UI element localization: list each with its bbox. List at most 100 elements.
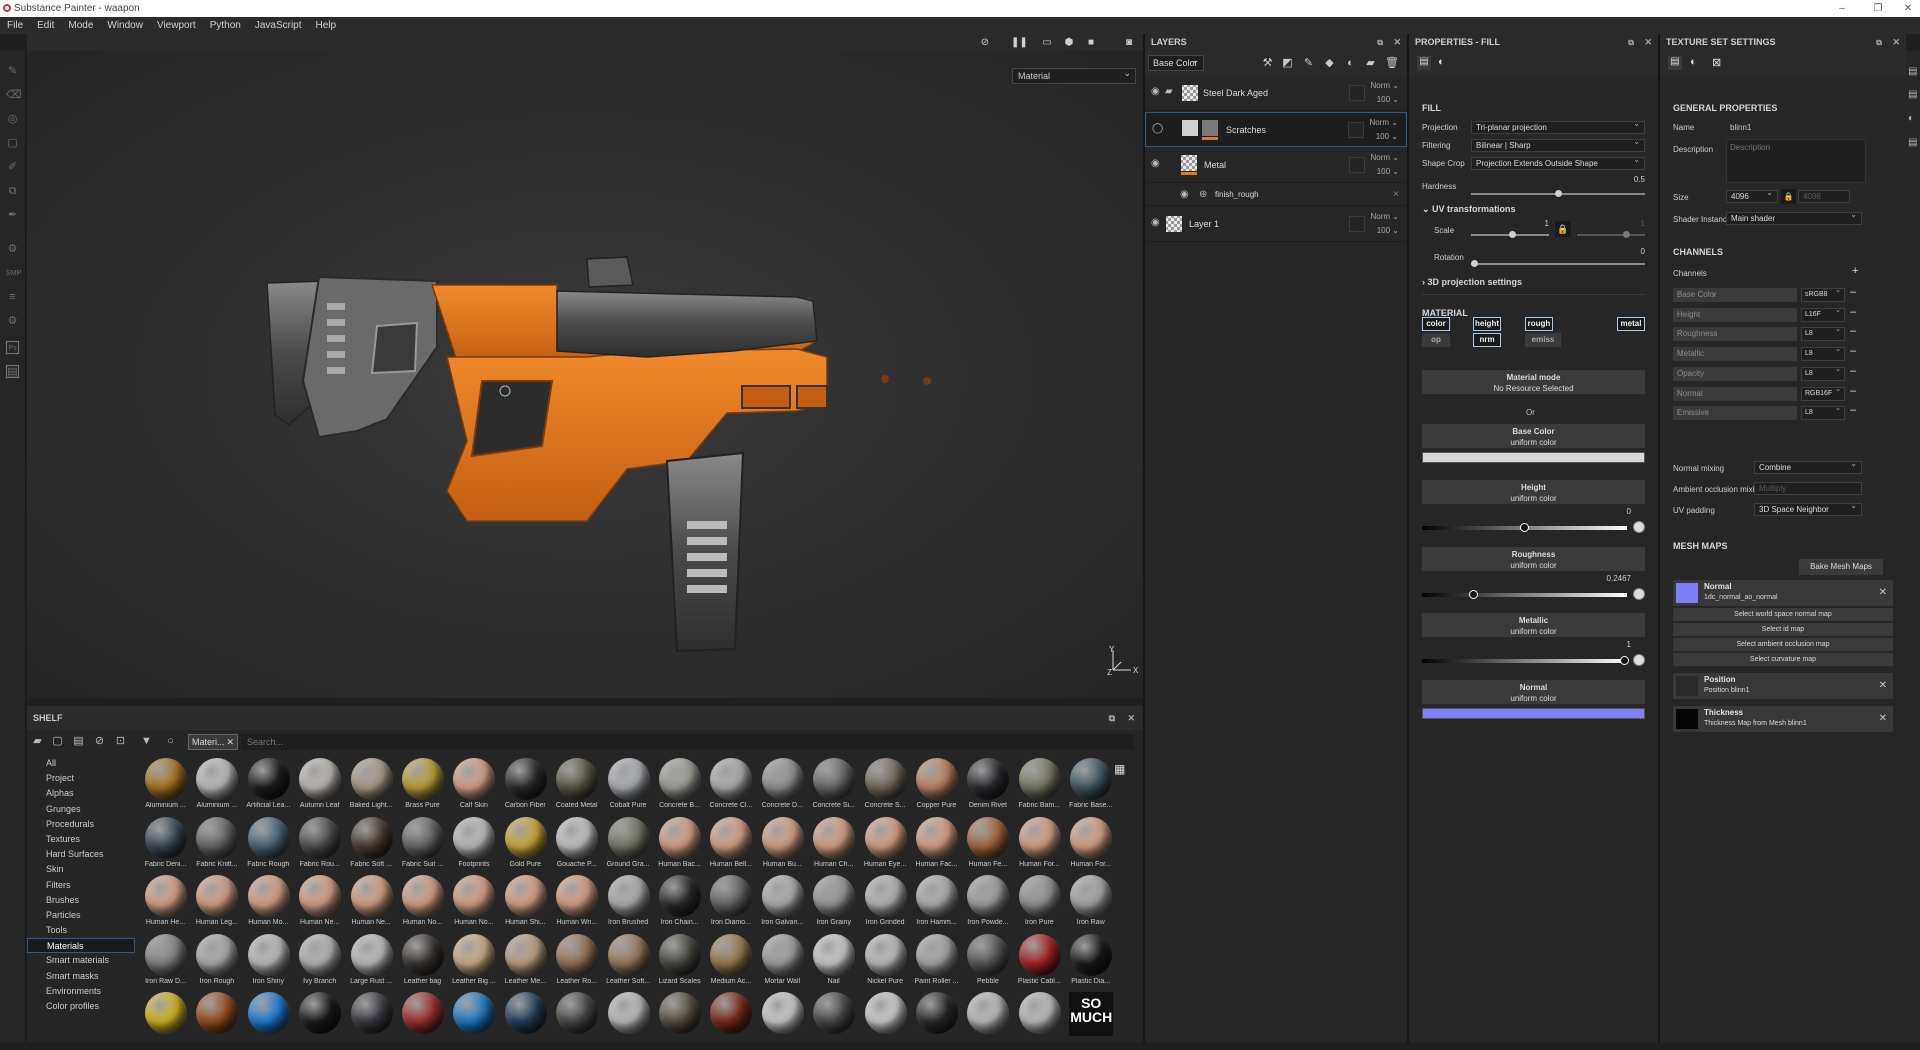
material-mode-block[interactable]: Material mode No Resource Selected	[1422, 370, 1645, 394]
minimize-button[interactable]: –	[1822, 0, 1862, 17]
material-tile[interactable]: Ivy Branch	[294, 933, 345, 992]
visibility-eye-icon[interactable]: ◉	[1180, 189, 1192, 200]
close-layers-icon[interactable]: ✕	[1393, 34, 1401, 51]
size-lock-icon[interactable]: 🔒	[1781, 189, 1796, 204]
slider-handle[interactable]	[1520, 523, 1529, 532]
material-tile[interactable]: Iron Pure	[1014, 875, 1065, 933]
material-tile[interactable]: Leather Me...	[500, 933, 551, 992]
shelf-category-filters[interactable]: Filters	[27, 878, 135, 893]
material-tile[interactable]: Human Mo...	[243, 875, 294, 933]
material-tile[interactable]: Baked Light...	[346, 758, 397, 816]
material-tile[interactable]: Human Wri...	[551, 875, 602, 933]
eraser-tool-icon[interactable]: ⌫	[6, 89, 22, 102]
projection-tool-icon[interactable]: ◎	[6, 113, 19, 126]
polygon-fill-tool-icon[interactable]: ▢	[6, 137, 19, 150]
material-tile[interactable]: Iron Hamm...	[911, 875, 962, 933]
layer-blend[interactable]: Norm ⌄ 100 ⌄	[1371, 79, 1400, 107]
shelf-category-textures[interactable]: Textures	[27, 832, 135, 847]
material-tile[interactable]: Iron Galvan...	[757, 875, 808, 933]
add-mask-icon[interactable]: ◩	[1281, 57, 1294, 69]
layer-row-steel-dark-aged[interactable]: ◉ ▰ Steel Dark Aged Norm ⌄ 100 ⌄	[1145, 76, 1407, 111]
material-tile[interactable]: Gouache P...	[551, 816, 602, 875]
material-tile[interactable]: Lizard Scales	[654, 933, 705, 992]
properties-tab-icon[interactable]: ▤	[1417, 56, 1431, 70]
material-tile[interactable]: Human For...	[1014, 816, 1065, 875]
material-tile[interactable]: Fabric Rou...	[294, 816, 345, 875]
settings-tab-icon[interactable]: ▤	[1668, 56, 1682, 70]
material-tile[interactable]: Iron Chain...	[654, 875, 705, 933]
material-tile[interactable]: Fabric Bam...	[1014, 758, 1065, 816]
material-tile[interactable]: Human Bac...	[654, 816, 705, 875]
material-tile[interactable]: Human Shi...	[500, 875, 551, 933]
channel-format-select[interactable]: L8	[1801, 403, 1845, 421]
channel-toggle-op[interactable]: op	[1422, 333, 1450, 347]
bake-mesh-maps-button[interactable]: Bake Mesh Maps	[1799, 559, 1883, 575]
material-tile[interactable]	[654, 992, 705, 1050]
channel-format-select[interactable]: L8	[1801, 324, 1845, 342]
material-tile[interactable]: Pebble	[962, 933, 1013, 992]
folder-icon[interactable]: ▰	[31, 735, 44, 748]
layer-row-scratches[interactable]: ◯ Scratches Norm ⌄ 100 ⌄	[1145, 112, 1407, 147]
material-tile[interactable]: Brass Pure	[397, 758, 448, 816]
layer-mask-slot[interactable]	[1349, 157, 1365, 173]
dock-icon[interactable]: ▤	[1908, 89, 1917, 100]
menu-window[interactable]: Window	[100, 17, 150, 34]
layer-row-layer-1[interactable]: ◉ Layer 1 Norm ⌄ 100 ⌄	[1145, 207, 1407, 242]
material-tile[interactable]: Human Leg...	[191, 875, 242, 933]
material-tile[interactable]: Cobalt Pure	[603, 758, 654, 816]
slider-handle[interactable]	[1509, 231, 1516, 238]
material-tile[interactable]: Iron Diamo...	[705, 875, 756, 933]
rotation-slider[interactable]	[1471, 260, 1645, 267]
bake-icon[interactable]: ≡	[6, 291, 19, 304]
shelf-category-smart-masks[interactable]: Smart masks	[27, 969, 135, 984]
material-tile[interactable]: Iron Grinded	[860, 875, 911, 933]
brush-tool-icon[interactable]: ✎	[6, 65, 19, 78]
shelf-category-alphas[interactable]: Alphas	[27, 786, 135, 801]
menu-edit[interactable]: Edit	[30, 17, 61, 34]
menu-viewport[interactable]: Viewport	[150, 17, 203, 34]
material-tile[interactable]: Human For...	[1065, 816, 1116, 875]
material-tile[interactable]: Nail	[808, 933, 859, 992]
slider-handle[interactable]	[1555, 190, 1562, 197]
material-tile[interactable]	[603, 992, 654, 1050]
slider-handle[interactable]	[1469, 590, 1478, 599]
uv-padding-select[interactable]: 3D Space Neighbor	[1754, 500, 1862, 516]
material-tile[interactable]	[346, 992, 397, 1050]
close-tss-icon[interactable]: ✕	[1892, 34, 1900, 51]
close-window-button[interactable]: ✕	[1888, 0, 1920, 17]
shelf-category-grunges[interactable]: Grunges	[27, 802, 135, 817]
material-tile[interactable]: Artificial Lea...	[243, 758, 294, 816]
remove-channel-icon[interactable]: –	[1850, 306, 1856, 318]
menu-javascript[interactable]: JavaScript	[248, 17, 309, 34]
material-tile[interactable]	[962, 992, 1013, 1050]
shelf-category-smart-materials[interactable]: Smart materials	[27, 953, 135, 968]
shader-instance-select[interactable]: Main shader	[1726, 209, 1862, 225]
uv-transformations-toggle[interactable]: ⌄ UV transformations	[1422, 204, 1516, 215]
material-tile[interactable]	[294, 992, 345, 1050]
material-tile[interactable]: Copper Pure	[911, 758, 962, 816]
shelf-category-procedurals[interactable]: Procedurals	[27, 817, 135, 832]
material-tile[interactable]: Fabric Base...	[1065, 758, 1116, 816]
material-tile[interactable]	[808, 992, 859, 1050]
mesh-map-thickness[interactable]: Thickness Thickness Map from Mesh blinn1…	[1673, 706, 1893, 732]
material-tile[interactable]: Concrete S...	[860, 758, 911, 816]
add-smart-material-icon[interactable]: ◐	[1344, 57, 1357, 69]
material-tile[interactable]: Iron Powde...	[962, 875, 1013, 933]
shelf-category-particles[interactable]: Particles	[27, 908, 135, 923]
description-input[interactable]	[1726, 139, 1866, 183]
material-tile[interactable]	[397, 992, 448, 1050]
rotation-value[interactable]: 0	[1625, 247, 1645, 256]
hardness-slider[interactable]	[1471, 190, 1645, 197]
material-tile[interactable]: Fabric Rough	[243, 816, 294, 875]
channel-format-select[interactable]: L8	[1801, 364, 1845, 381]
base-color-swatch[interactable]	[1422, 452, 1645, 463]
remove-filter-icon[interactable]: ✕	[226, 735, 234, 749]
channel-select[interactable]: Base Color ⌄	[1148, 55, 1204, 71]
projection-select[interactable]: Tri-planar projection	[1471, 118, 1645, 134]
channel-toggle-height[interactable]: height	[1473, 317, 1501, 331]
material-tile[interactable]: Human He...	[140, 875, 191, 933]
material-tile[interactable]: Human Bell...	[705, 816, 756, 875]
material-tile[interactable]: Fabric Soft ...	[346, 816, 397, 875]
panel-divider[interactable]	[1658, 34, 1660, 1042]
shelf-category-hard-surfaces[interactable]: Hard Surfaces	[27, 847, 135, 862]
